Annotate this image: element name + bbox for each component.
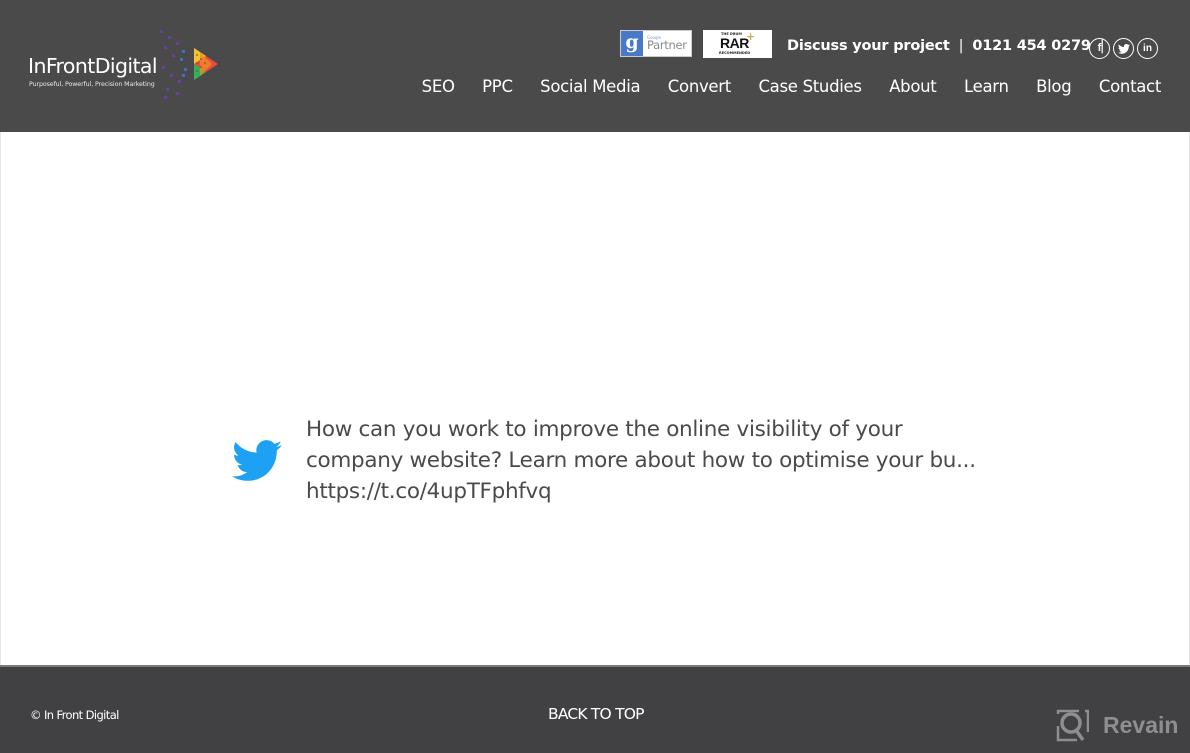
linkedin-icon[interactable]: in [1137,38,1158,59]
partner-badges: g Google Partner THE DRUM RAR + RECOMMEN… [620,30,772,58]
main-nav: SEO PPC Social Media Convert Case Studie… [394,77,1162,96]
rar-recommended-badge[interactable]: THE DRUM RAR + RECOMMENDED [703,30,772,58]
twitter-icon[interactable] [1113,38,1134,59]
copyright-text: © In Front Digital [30,708,119,722]
phone-number-link[interactable]: 0121 454 0279 [972,38,1091,54]
social-links: f in [1089,38,1158,59]
nav-item-ppc[interactable]: PPC [482,77,513,96]
nav-item-blog[interactable]: Blog [1036,77,1072,96]
contact-line: Discuss your project | 0121 454 0279 | [787,38,1113,54]
nav-item-contact[interactable]: Contact [1099,77,1161,96]
logo-tagline: Purposeful, Powerful, Precision Marketin… [29,81,155,88]
nav-item-convert[interactable]: Convert [668,77,731,96]
back-to-top-link[interactable]: BACK TO TOP [548,705,645,723]
revain-text: Revain [1103,711,1179,738]
revain-watermark: Revain [1055,708,1178,742]
tweet-text: How can you work to improve the online v… [306,414,1006,507]
site-header: InFrontDigital Purposeful, Powerful, Pre… [0,0,1190,132]
logo-triangle-icon [160,30,218,99]
revain-logo-icon [1056,709,1089,742]
site-footer: © In Front Digital BACK TO TOP Revain [0,665,1190,753]
twitter-bird-small-icon [1117,43,1130,54]
nav-item-case-studies[interactable]: Case Studies [758,77,862,96]
tweet-link[interactable]: https://t.co/4upTFphfvq [306,476,1006,507]
google-badge-label: Partner [647,37,687,52]
main-content [0,132,1190,665]
nav-item-seo[interactable]: SEO [422,77,455,96]
google-g-icon: g [621,31,643,56]
tweet-line-2: company website? Learn more about how to… [306,448,976,473]
nav-item-about[interactable]: About [889,77,937,96]
facebook-icon[interactable]: f [1089,38,1110,59]
twitter-bird-icon [232,440,282,481]
logo-wordmark: InFrontDigital [28,54,158,78]
contact-separator: | [958,38,964,54]
rar-plus-icon: + [746,30,756,43]
nav-item-social-media[interactable]: Social Media [540,77,640,96]
google-partner-badge[interactable]: g Google Partner [620,30,692,57]
nav-item-learn[interactable]: Learn [964,77,1009,96]
tweet-line-1: How can you work to improve the online v… [306,417,903,442]
rar-badge-bottom-text: RECOMMENDED [719,51,751,55]
discuss-project-link[interactable]: Discuss your project [787,38,950,54]
site-logo[interactable]: InFrontDigital Purposeful, Powerful, Pre… [28,28,228,108]
rar-badge-label: RAR [720,35,749,51]
